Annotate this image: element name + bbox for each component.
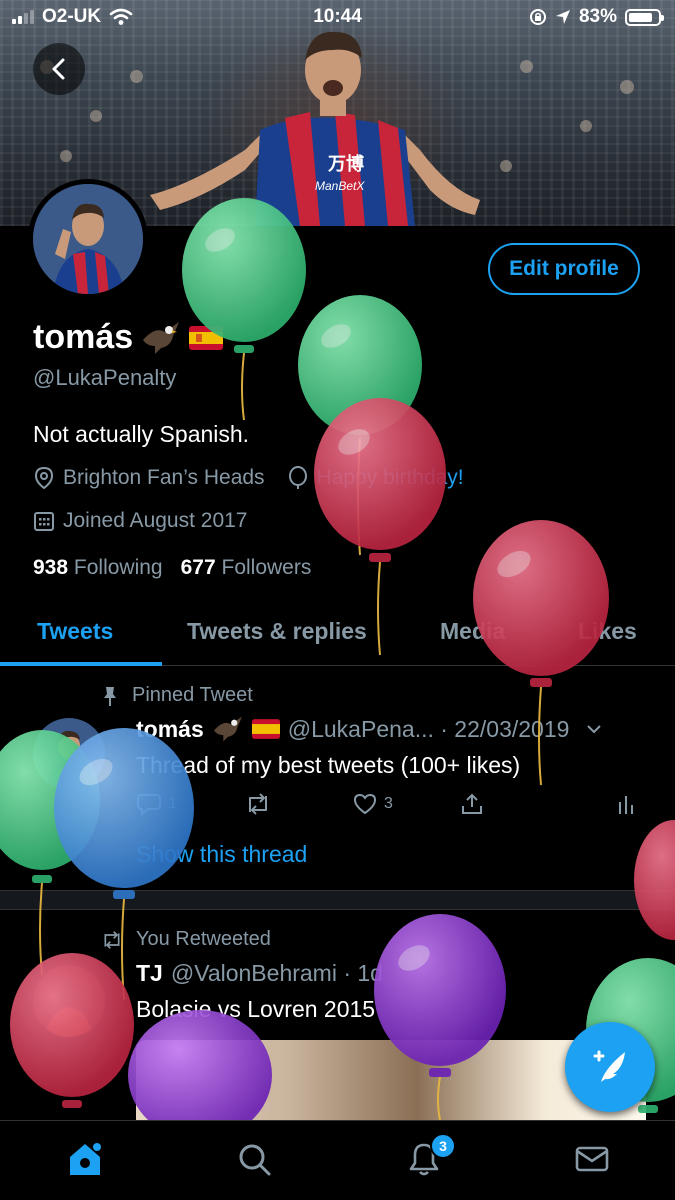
- followers-label: Followers: [221, 556, 312, 579]
- profile-website-link[interactable]: Happy birthday!: [317, 466, 464, 490]
- spain-flag-emoji-icon: [189, 325, 224, 350]
- profile-name: tomás: [33, 318, 134, 356]
- chevron-left-icon: [52, 58, 65, 80]
- pinned-tweet-actions: 1 3: [136, 792, 646, 828]
- profile-joined-row: Joined August 2017: [33, 509, 248, 533]
- retweet-text: Bolasie vs Lovren 2015: [136, 996, 376, 1022]
- tweet-avatar[interactable]: [33, 718, 105, 790]
- retweet-avatar[interactable]: [33, 965, 105, 1037]
- show-thread-link[interactable]: Show this thread: [136, 841, 307, 868]
- retweet-icon: [104, 930, 120, 949]
- analytics-icon: [619, 796, 633, 814]
- rotation-lock-icon: [529, 9, 546, 25]
- retweet-handle-date: @ValonBehrami · 1d: [170, 960, 383, 986]
- tab-likes[interactable]: Likes: [578, 618, 637, 645]
- tab-search[interactable]: [234, 1139, 274, 1179]
- tab-tweets-replies[interactable]: Tweets & replies: [187, 618, 367, 645]
- reply-count: 1: [168, 795, 177, 812]
- profile-name-row: tomás: [33, 318, 224, 357]
- search-icon: [239, 1144, 271, 1176]
- balloon-green: [182, 198, 306, 421]
- messages-icon: [575, 1146, 609, 1172]
- tweet-divider: [0, 890, 675, 910]
- eagle-emoji-icon: [143, 321, 180, 354]
- pinned-tweet-handle-date: @LukaPena... · 22/03/2019: [287, 715, 570, 742]
- status-right: 83%: [529, 6, 664, 28]
- reply-icon: [137, 794, 161, 816]
- crowd-face: [60, 150, 72, 162]
- following-count: 938: [33, 556, 69, 579]
- compose-feather-icon: [593, 1050, 625, 1082]
- heart-icon: [353, 793, 377, 815]
- follow-counts: 938 Following 677 Followers: [33, 556, 311, 580]
- retweet-name: TJ: [136, 960, 163, 986]
- retweet-avatar-photo: [33, 965, 105, 1037]
- banner-player-photo: 万博 ManBetX: [150, 31, 480, 226]
- followers-link[interactable]: 677 Followers: [181, 556, 312, 580]
- following-label: Following: [73, 556, 163, 579]
- active-tab-indicator: [0, 662, 162, 666]
- like-count: 3: [384, 795, 393, 812]
- edit-profile-button[interactable]: Edit profile: [488, 243, 640, 295]
- share-icon: [462, 793, 482, 814]
- chevron-down-icon[interactable]: [585, 723, 603, 735]
- retweet-header: TJ @ValonBehrami · 1d: [136, 960, 383, 987]
- pinned-label-row: Pinned Tweet: [100, 684, 253, 707]
- balloon-icon: [288, 466, 307, 489]
- retweet-action[interactable]: [244, 792, 272, 816]
- profile-handle: @LukaPenalty: [33, 365, 177, 390]
- profile-bio: Not actually Spanish.: [33, 421, 250, 447]
- pinned-label: Pinned Tweet: [132, 684, 253, 706]
- crowd-face: [500, 160, 512, 172]
- profile-location: Brighton Fan’s Heads: [63, 466, 265, 489]
- status-bar: O2-UK 10:44 83%: [0, 0, 675, 34]
- tweet-avatar-photo: [33, 718, 105, 790]
- profile-joined: Joined August 2017: [63, 509, 248, 532]
- compose-tweet-button[interactable]: [565, 1022, 655, 1112]
- crowd-face: [130, 70, 143, 83]
- pinned-tweet-name: tomás: [136, 715, 204, 742]
- profile-avatar[interactable]: [28, 179, 148, 299]
- battery-percent: 83%: [578, 6, 617, 27]
- crowd-face: [580, 120, 592, 132]
- pinned-tweet-header: tomás @LukaPena... · 22/03/2019: [136, 715, 603, 743]
- crowd-face: [90, 110, 102, 122]
- calendar-icon: [34, 512, 54, 531]
- bottom-tab-bar: [0, 1120, 675, 1200]
- tab-home[interactable]: [65, 1139, 105, 1179]
- battery-icon: [625, 8, 664, 26]
- crowd-face: [620, 80, 634, 94]
- home-icon: [70, 1143, 101, 1175]
- avatar-photo: [33, 184, 143, 294]
- crowd-face: [520, 60, 533, 73]
- spain-flag-emoji-icon: [251, 719, 280, 739]
- svg-text:万博: 万博: [327, 153, 364, 174]
- battery-fill: [629, 12, 653, 22]
- notifications-badge: 3: [430, 1133, 456, 1159]
- retweet-icon: [249, 793, 267, 815]
- tab-tweets[interactable]: Tweets: [37, 618, 113, 645]
- back-button[interactable]: [33, 43, 85, 95]
- balloon-green: [298, 295, 422, 556]
- following-link[interactable]: 938 Following: [33, 556, 163, 580]
- profile-meta-row: Brighton Fan’s Heads Happy birthday!: [33, 466, 464, 490]
- pin-icon: [104, 686, 116, 706]
- reply-action[interactable]: 1: [136, 792, 177, 816]
- svg-text:ManBetX: ManBetX: [315, 179, 365, 193]
- location-arrow-icon: [555, 10, 570, 24]
- balloon-red: [634, 820, 675, 940]
- analytics-action[interactable]: [616, 792, 636, 816]
- like-action[interactable]: 3: [352, 792, 393, 816]
- followers-count: 677: [180, 556, 216, 579]
- tab-messages[interactable]: [572, 1139, 612, 1179]
- tab-media[interactable]: Media: [440, 618, 505, 645]
- retweeted-label: You Retweeted: [136, 928, 271, 950]
- share-action[interactable]: [460, 792, 484, 816]
- eagle-emoji-icon: [213, 716, 242, 742]
- location-pin-icon: [34, 466, 54, 490]
- pinned-tweet-text: Thread of my best tweets (100+ likes): [136, 752, 521, 778]
- retweeted-label-row: You Retweeted: [100, 928, 271, 951]
- profile-tabs: Tweets Tweets & replies Media Likes: [0, 600, 675, 666]
